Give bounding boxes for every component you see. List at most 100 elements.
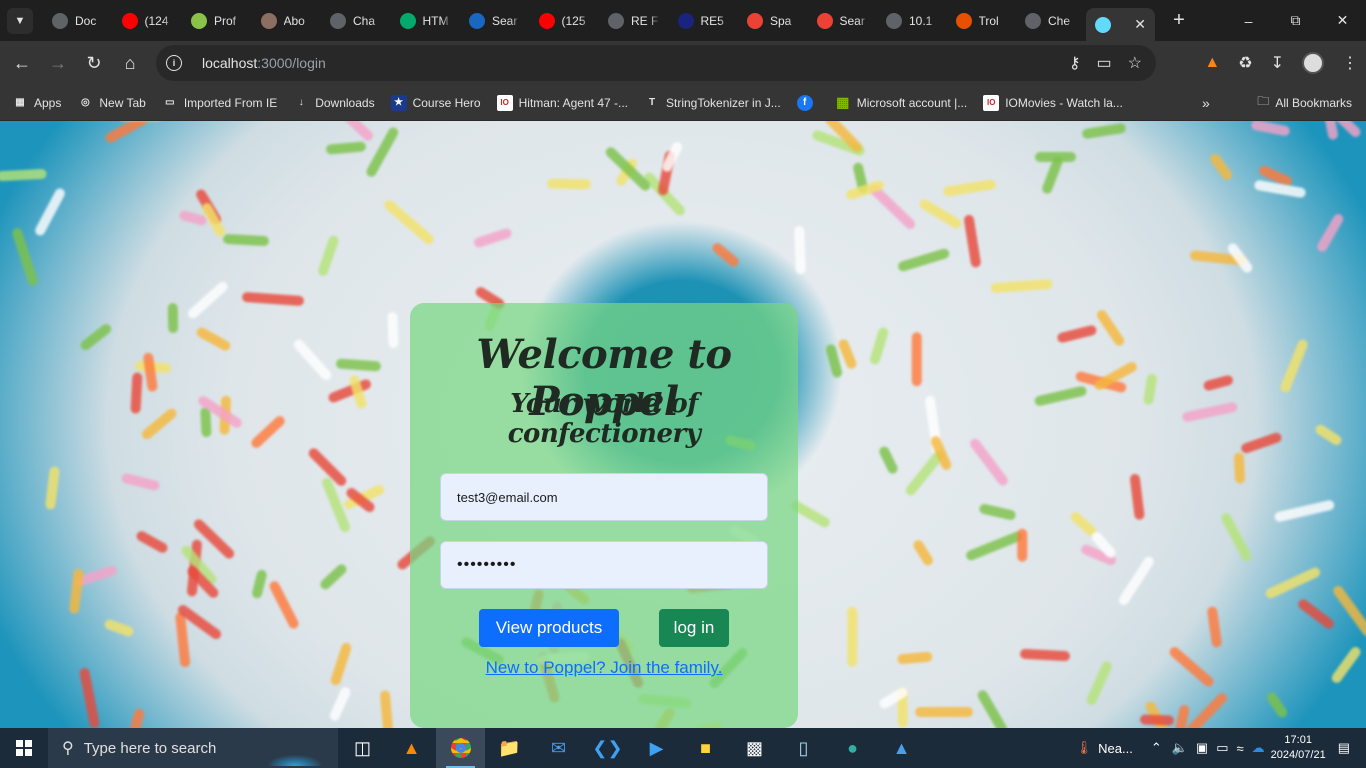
install-app-icon[interactable]: ▭ (1097, 53, 1112, 73)
sprinkle (911, 538, 935, 568)
python-icon[interactable]: ■ (681, 728, 730, 768)
sprinkle (222, 233, 269, 247)
start-button[interactable] (0, 728, 48, 768)
browser-tab[interactable]: ✕ (1085, 8, 1155, 41)
page-viewport: Welcome to Poppel Your world of confecti… (0, 121, 1366, 728)
sprinkle (1219, 511, 1253, 563)
browser-tab[interactable]: Cha (321, 6, 391, 36)
sprinkle (33, 186, 67, 238)
sprinkle (241, 291, 305, 306)
browser-tab[interactable]: Sear (808, 6, 878, 36)
browser-tab[interactable]: Trol (947, 6, 1017, 36)
notepad-icon[interactable]: ▯ (779, 728, 828, 768)
browser-tab[interactable]: 10.1 (877, 6, 947, 36)
join-link[interactable]: New to Poppel? Join the family. (410, 658, 798, 678)
back-button[interactable]: ← (4, 45, 40, 81)
tab-label: Prof (214, 13, 237, 28)
tab-label: RE5 (700, 13, 724, 28)
chrome-icon[interactable] (436, 728, 485, 768)
extensions-icon[interactable]: ♻ (1238, 53, 1252, 73)
sprinkle (120, 471, 161, 492)
bookmark-item[interactable]: IO IOMovies - Watch la... (975, 89, 1131, 117)
chevron-up-icon[interactable]: ⌃ (1151, 740, 1162, 756)
maximize-button[interactable]: ⧉ (1272, 0, 1319, 41)
taskbar-search[interactable]: ⚲ Type here to search (48, 728, 338, 768)
close-tab-icon[interactable]: ✕ (1134, 16, 1146, 33)
site-info-icon[interactable]: i (166, 55, 182, 71)
login-button[interactable]: log in (659, 609, 729, 647)
sprinkle (1094, 307, 1127, 348)
view-products-button[interactable]: View products (479, 609, 619, 647)
sprinkle (546, 178, 592, 189)
address-bar[interactable]: i localhost:3000/login ⚷ ▭ ☆ (156, 45, 1156, 81)
reload-button[interactable]: ↻ (76, 45, 112, 81)
browser-tab[interactable]: Prof (182, 6, 252, 36)
bookmark-item[interactable]: T StringTokenizer in J... (636, 89, 789, 117)
browser-tab[interactable]: Spa (738, 6, 808, 36)
globe-icon: ◎ (80, 97, 90, 108)
gmail-icon (816, 12, 833, 29)
browser-tab[interactable]: Che (1016, 6, 1086, 36)
close-window-button[interactable]: ✕ (1319, 0, 1366, 41)
facebook-icon: f (796, 94, 813, 111)
metamask-extension-icon[interactable]: ▲ (1204, 54, 1220, 72)
menu-kebab-icon[interactable]: ⋮ (1342, 53, 1358, 73)
sprinkle (942, 179, 997, 198)
wifi-icon[interactable]: ≈ (1237, 741, 1244, 756)
notifications-icon[interactable]: ▤ (1338, 740, 1350, 756)
tab-label: RE F (631, 13, 659, 28)
task-view-icon[interactable]: ◫ (338, 728, 387, 768)
edge-icon[interactable]: ● (828, 728, 877, 768)
tab-search-button[interactable]: ▼ (7, 7, 33, 34)
sprinkle (387, 311, 399, 349)
profile-avatar[interactable] (1302, 52, 1324, 74)
bookmark-item[interactable]: ★ Course Hero (383, 89, 489, 117)
battery-icon[interactable]: ▭ (1216, 740, 1228, 756)
clock[interactable]: 17:01 2024/07/21 (1271, 733, 1326, 763)
terminal-icon[interactable]: ▩ (730, 728, 779, 768)
file-explorer-icon[interactable]: 📁 (485, 728, 534, 768)
browser-tab[interactable]: (125 (530, 6, 600, 36)
browser-tab[interactable]: (124 (113, 6, 183, 36)
vscode-icon[interactable]: ❮❯ (583, 728, 632, 768)
onedrive-icon[interactable]: ☁ (1252, 740, 1265, 756)
bookmark-item[interactable]: ◎ New Tab (69, 89, 153, 117)
sprinkle (1206, 605, 1223, 648)
browser-tab[interactable]: RE5 (669, 6, 739, 36)
browser-tab[interactable]: HTM (391, 6, 461, 36)
download-icon[interactable]: ↧ (1271, 53, 1284, 73)
tab-list: Doc (124 Prof Abo Cha HTM Sear (125 RE F RE5 Spa Se… (43, 0, 1155, 41)
sprinkle (1081, 122, 1127, 140)
vlc-icon[interactable]: ▲ (387, 728, 436, 768)
home-button[interactable]: ⌂ (112, 45, 148, 81)
sprinkle (325, 140, 367, 155)
bookmark-label: StringTokenizer in J... (666, 95, 781, 110)
bookmark-item[interactable]: ▦ Microsoft account |... (827, 89, 976, 117)
password-field[interactable]: ••••••••• (440, 541, 768, 589)
shield-icon (955, 12, 972, 29)
key-icon[interactable]: ⚷ (1069, 53, 1081, 73)
browser-tab[interactable]: Abo (252, 6, 322, 36)
mail-icon[interactable]: ✉ (534, 728, 583, 768)
meet-now-icon[interactable]: ▣ (1196, 740, 1208, 756)
all-bookmarks[interactable]: 🗀 All Bookmarks (1257, 92, 1352, 113)
minimize-button[interactable]: – (1225, 0, 1272, 41)
bookmark-item[interactable]: IO Hitman: Agent 47 -... (489, 89, 636, 117)
photos-icon[interactable]: ▲ (877, 728, 926, 768)
weather-text[interactable]: Nea... (1098, 741, 1133, 756)
email-field[interactable]: test3@email.com (440, 473, 768, 521)
bookmark-star-icon[interactable]: ☆ (1128, 53, 1142, 73)
browser-tab[interactable]: Doc (43, 6, 113, 36)
browser-tab[interactable]: Sear (460, 6, 530, 36)
media-player-icon[interactable]: ▶ (632, 728, 681, 768)
new-tab-button[interactable]: + (1165, 9, 1193, 32)
sprinkle (1315, 212, 1345, 255)
bookmark-item[interactable]: f (789, 89, 827, 117)
browser-tab[interactable]: RE F (599, 6, 669, 36)
bookmark-item[interactable]: ↓ Downloads (285, 89, 382, 117)
forward-button[interactable]: → (40, 45, 76, 81)
bookmark-item[interactable]: ▭ Imported From IE (154, 89, 285, 117)
chevron-right-icon[interactable]: » (1202, 95, 1210, 111)
bookmark-item[interactable]: ▦ Apps (4, 89, 69, 117)
volume-icon[interactable]: 🔈 (1172, 740, 1188, 756)
